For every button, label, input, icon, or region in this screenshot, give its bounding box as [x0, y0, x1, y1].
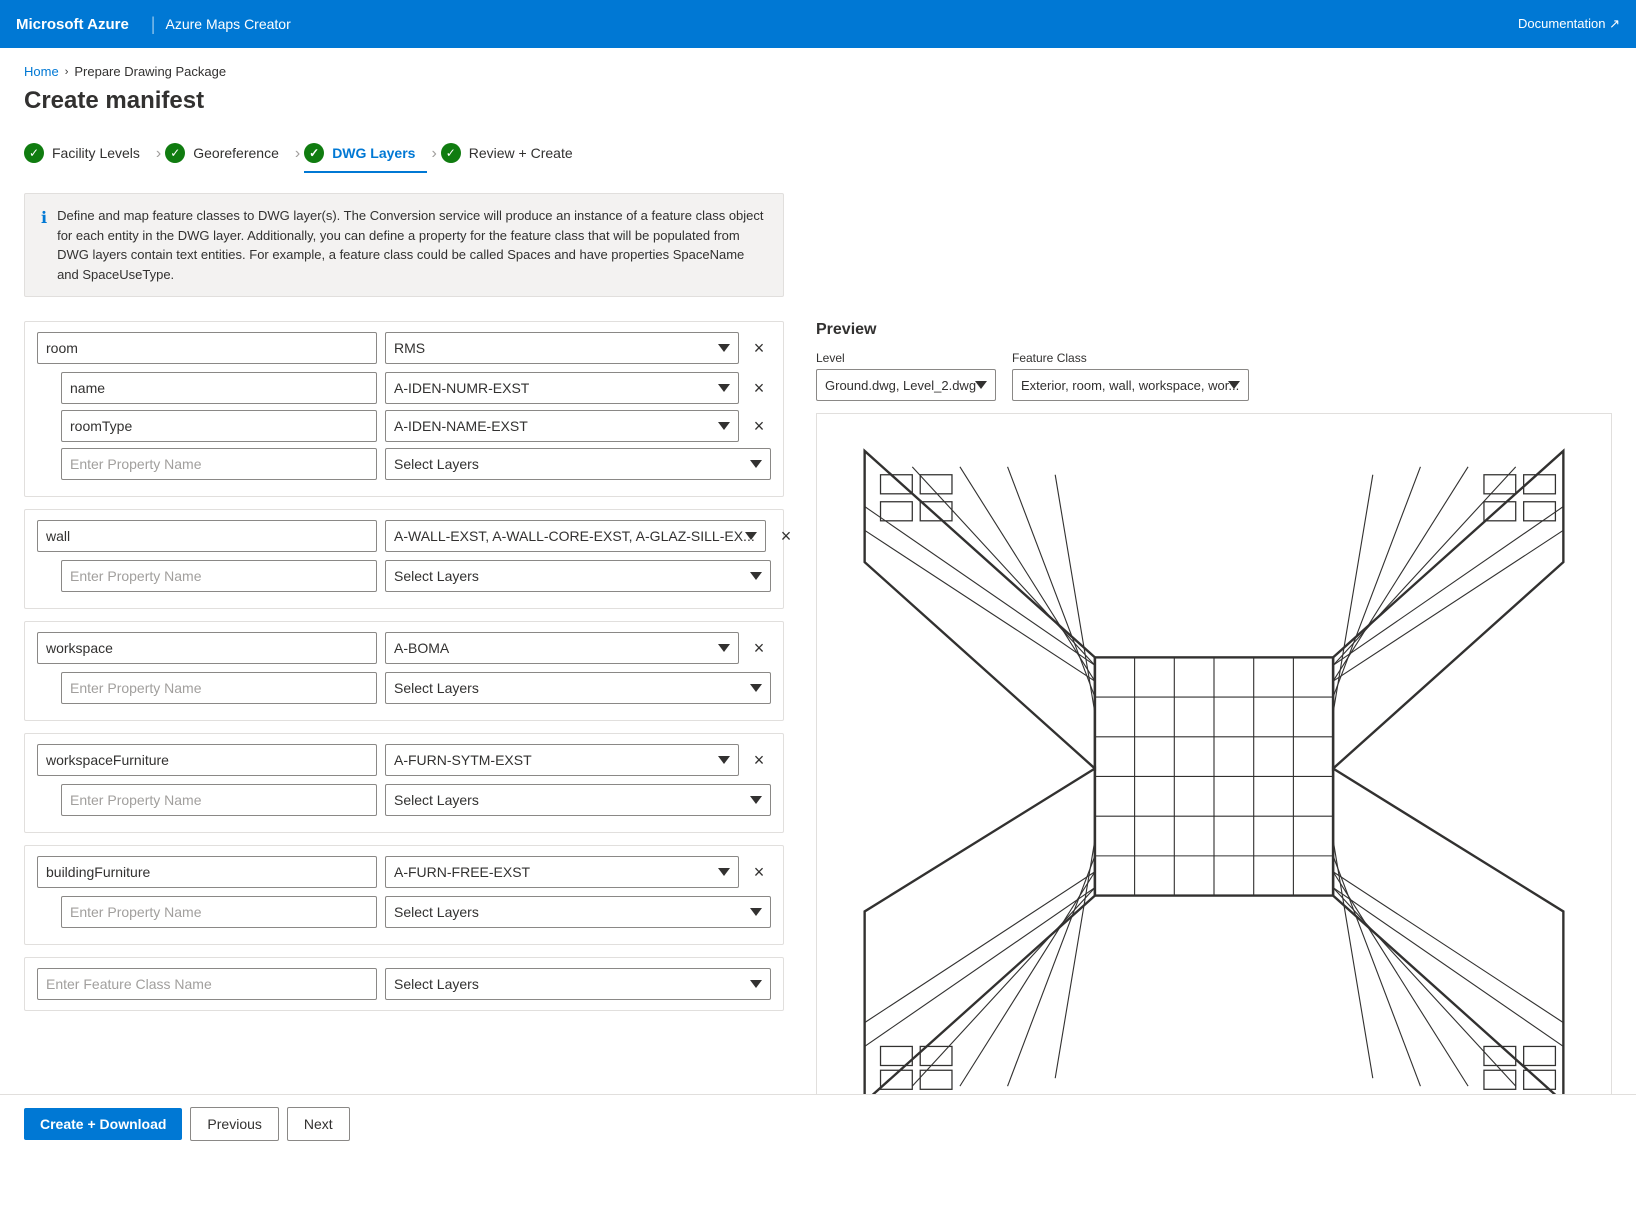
feature-class-workspace: A-BOMA × Select Layers	[24, 621, 784, 721]
new-feature-class-row: Select Layers	[24, 957, 784, 1011]
prop-room-name-layer-select[interactable]: A-IDEN-NUMR-EXST	[385, 372, 739, 404]
fc-bfurniture-remove-button[interactable]: ×	[747, 860, 771, 884]
preview-level-label: Level	[816, 351, 996, 365]
top-navigation-bar: Microsoft Azure | Azure Maps Creator Doc…	[0, 0, 1636, 48]
fc-wsfurniture-property-new: Select Layers	[37, 784, 771, 816]
page-title: Create manifest	[24, 87, 1612, 115]
info-box: ℹ Define and map feature classes to DWG …	[24, 193, 784, 297]
step-dwg-layers-label: DWG Layers	[332, 145, 415, 161]
step-dwg-layers-icon: ✓	[304, 143, 324, 163]
preview-fc-select[interactable]: Exterior, room, wall, workspace, wor...	[1012, 369, 1249, 401]
left-panel: RMS × A-IDEN-NUMR-EXST × A-IDEN-NAME-EXS…	[24, 321, 784, 1140]
prop-wsfurniture-layer-select[interactable]: Select Layers	[385, 784, 771, 816]
prop-wall-name-input[interactable]	[61, 560, 377, 592]
create-download-button[interactable]: Create + Download	[24, 1108, 182, 1140]
fc-workspace-layer-select[interactable]: A-BOMA	[385, 632, 739, 664]
fc-bfurniture-property-new: Select Layers	[37, 896, 771, 928]
preview-map	[816, 413, 1612, 1140]
fc-wsfurniture-name-input[interactable]	[37, 744, 377, 776]
new-fc-name-input[interactable]	[37, 968, 377, 1000]
fc-wall-layer-select[interactable]: A-WALL-EXST, A-WALL-CORE-EXST, A-GLAZ-SI…	[385, 520, 766, 552]
fc-workspace-remove-button[interactable]: ×	[747, 636, 771, 660]
preview-level-group: Level Ground.dwg, Level_2.dwg	[816, 351, 996, 401]
step-georeference-icon: ✓	[165, 143, 185, 163]
step-georeference-label: Georeference	[193, 145, 279, 161]
main-layout: RMS × A-IDEN-NUMR-EXST × A-IDEN-NAME-EXS…	[24, 321, 1612, 1140]
prop-workspace-name-input[interactable]	[61, 672, 377, 704]
floor-plan-svg	[817, 414, 1611, 1139]
step-review-create[interactable]: ✓ Review + Create	[441, 135, 585, 173]
step-facility-levels-icon: ✓	[24, 143, 44, 163]
feature-class-room: RMS × A-IDEN-NUMR-EXST × A-IDEN-NAME-EXS…	[24, 321, 784, 497]
prop-room-name-remove-button[interactable]: ×	[747, 376, 771, 400]
fc-room-remove-button[interactable]: ×	[747, 336, 771, 360]
fc-wsfurniture-layer-select[interactable]: A-FURN-SYTM-EXST	[385, 744, 739, 776]
app-name: Azure Maps Creator	[165, 16, 290, 32]
fc-room-top-row: RMS ×	[37, 332, 771, 364]
info-text: Define and map feature classes to DWG la…	[57, 206, 767, 284]
step-georeference[interactable]: ✓ Georeference	[165, 135, 291, 173]
fc-wall-name-input[interactable]	[37, 520, 377, 552]
step-sep-3: ›	[431, 145, 436, 163]
step-review-create-label: Review + Create	[469, 145, 573, 161]
prop-bfurniture-layer-select[interactable]: Select Layers	[385, 896, 771, 928]
step-sep-1: ›	[156, 145, 161, 163]
fc-wall-top-row: A-WALL-EXST, A-WALL-CORE-EXST, A-GLAZ-SI…	[37, 520, 771, 552]
step-facility-levels[interactable]: ✓ Facility Levels	[24, 135, 152, 173]
stepper: ✓ Facility Levels › ✓ Georeference › ✓ D…	[24, 135, 1612, 173]
fc-bfurniture-name-input[interactable]	[37, 856, 377, 888]
fc-wsfurniture-top-row: A-FURN-SYTM-EXST ×	[37, 744, 771, 776]
fc-room-property-name: A-IDEN-NUMR-EXST ×	[37, 372, 771, 404]
fc-bfurniture-top-row: A-FURN-FREE-EXST ×	[37, 856, 771, 888]
breadcrumb-separator: ›	[65, 66, 69, 78]
fc-wall-property-new: Select Layers	[37, 560, 771, 592]
breadcrumb-home[interactable]: Home	[24, 64, 59, 79]
next-button[interactable]: Next	[287, 1107, 350, 1141]
prop-wsfurniture-name-input[interactable]	[61, 784, 377, 816]
bottom-bar: Create + Download Previous Next	[0, 1094, 1636, 1153]
right-panel: Preview Level Ground.dwg, Level_2.dwg Fe…	[816, 321, 1612, 1140]
feature-class-wall: A-WALL-EXST, A-WALL-CORE-EXST, A-GLAZ-SI…	[24, 509, 784, 609]
fc-wall-remove-button[interactable]: ×	[774, 524, 798, 548]
fc-room-name-input[interactable]	[37, 332, 377, 364]
step-dwg-layers[interactable]: ✓ DWG Layers	[304, 135, 427, 173]
brand-divider: |	[151, 14, 156, 35]
fc-room-property-roomtype: A-IDEN-NAME-EXST ×	[37, 410, 771, 442]
step-facility-levels-label: Facility Levels	[52, 145, 140, 161]
preview-fc-label: Feature Class	[1012, 351, 1249, 365]
fc-room-property-new: Select Layers	[37, 448, 771, 480]
fc-room-layer-select[interactable]: RMS	[385, 332, 739, 364]
preview-title: Preview	[816, 321, 1612, 339]
breadcrumb-current: Prepare Drawing Package	[74, 64, 226, 79]
preview-fc-group: Feature Class Exterior, room, wall, work…	[1012, 351, 1249, 401]
feature-class-building-furniture: A-FURN-FREE-EXST × Select Layers	[24, 845, 784, 945]
prop-room-type-layer-select[interactable]: A-IDEN-NAME-EXST	[385, 410, 739, 442]
info-icon: ℹ	[41, 207, 47, 284]
fc-bfurniture-layer-select[interactable]: A-FURN-FREE-EXST	[385, 856, 739, 888]
prop-workspace-layer-select[interactable]: Select Layers	[385, 672, 771, 704]
prop-room-type-input[interactable]	[61, 410, 377, 442]
fc-workspace-top-row: A-BOMA ×	[37, 632, 771, 664]
preview-level-select[interactable]: Ground.dwg, Level_2.dwg	[816, 369, 996, 401]
prop-room-name-input[interactable]	[61, 372, 377, 404]
breadcrumb: Home › Prepare Drawing Package	[24, 64, 1612, 79]
page-content: Home › Prepare Drawing Package Create ma…	[0, 48, 1636, 1220]
feature-class-workspace-furniture: A-FURN-SYTM-EXST × Select Layers	[24, 733, 784, 833]
step-review-create-icon: ✓	[441, 143, 461, 163]
previous-button[interactable]: Previous	[190, 1107, 278, 1141]
prop-bfurniture-name-input[interactable]	[61, 896, 377, 928]
new-fc-layer-select[interactable]: Select Layers	[385, 968, 771, 1000]
fc-workspace-name-input[interactable]	[37, 632, 377, 664]
documentation-link[interactable]: Documentation ↗	[1518, 16, 1620, 32]
fc-workspace-property-new: Select Layers	[37, 672, 771, 704]
prop-room-type-remove-button[interactable]: ×	[747, 414, 771, 438]
step-sep-2: ›	[295, 145, 300, 163]
prop-room-new-layer-select[interactable]: Select Layers	[385, 448, 771, 480]
prop-room-new-name-input[interactable]	[61, 448, 377, 480]
brand-name: Microsoft Azure	[16, 16, 129, 33]
fc-wsfurniture-remove-button[interactable]: ×	[747, 748, 771, 772]
prop-wall-layer-select[interactable]: Select Layers	[385, 560, 771, 592]
preview-controls: Level Ground.dwg, Level_2.dwg Feature Cl…	[816, 351, 1612, 401]
